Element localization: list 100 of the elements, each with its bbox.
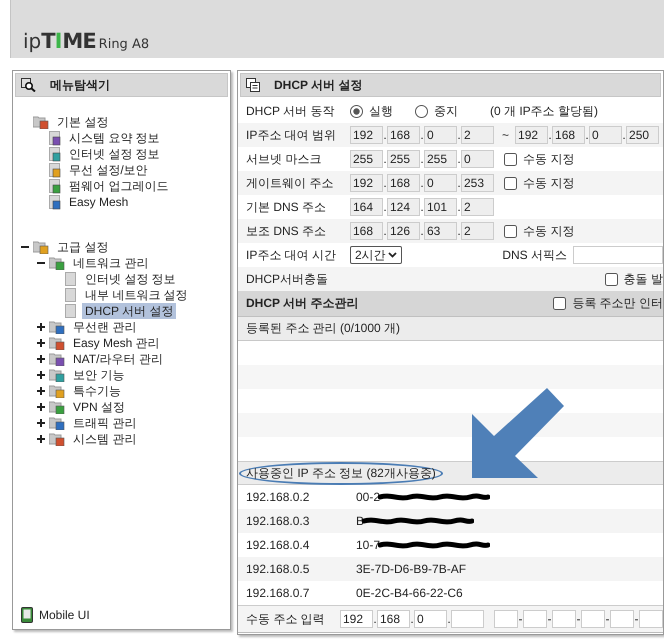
radio-button[interactable] <box>350 104 363 118</box>
octet-field[interactable]: 192 <box>515 126 548 144</box>
octet-field[interactable]: 2 <box>461 222 494 240</box>
octet-field[interactable]: 168 <box>387 174 420 192</box>
menu-item[interactable]: DHCP 서버 설정 <box>82 303 176 319</box>
octet-field[interactable]: 0 <box>589 126 622 144</box>
octet-field[interactable]: 0 <box>424 174 457 192</box>
page-icon <box>49 194 61 210</box>
folder-icon <box>49 352 65 366</box>
field-label: 수동 주소 입력 <box>246 610 326 628</box>
folder-icon <box>49 400 65 414</box>
octet-field[interactable]: 0 <box>424 126 457 144</box>
radio-label: 실행 <box>369 102 393 120</box>
octet-field[interactable]: 63 <box>424 222 457 240</box>
expand-icon[interactable] <box>37 339 45 347</box>
page-icon <box>49 178 61 194</box>
menu-item[interactable]: 펌웨어 업그레이드 <box>66 178 172 194</box>
menu-item[interactable]: VPN 설정 <box>70 399 128 415</box>
expand-icon[interactable] <box>37 371 45 379</box>
field-label: 서브넷 마스크 <box>246 150 322 168</box>
octet-field[interactable]: 192 <box>340 610 373 628</box>
menu-item[interactable]: 시스템 관리 <box>70 431 140 447</box>
dot-separator: . <box>585 128 590 142</box>
mac-field[interactable] <box>610 610 634 628</box>
mac-field[interactable] <box>552 610 576 628</box>
octet-field[interactable]: 255 <box>350 150 383 168</box>
octet-field[interactable]: 2 <box>461 126 494 144</box>
menu-item[interactable]: 네트워크 관리 <box>70 255 152 271</box>
menu-item[interactable]: 무선 설정/보안 <box>66 162 151 178</box>
octet-field[interactable]: 168 <box>350 222 383 240</box>
menu-item[interactable]: Easy Mesh <box>66 194 132 210</box>
menu-item[interactable]: 시스템 요약 정보 <box>66 130 163 146</box>
collapse-icon[interactable] <box>21 243 29 251</box>
mac-field[interactable] <box>494 610 518 628</box>
octet-field[interactable]: 0 <box>414 610 447 628</box>
mac-address: 0E-2C-B4-66-22-C6 <box>356 586 463 600</box>
expand-icon[interactable] <box>37 419 45 427</box>
octet-field[interactable]: 101 <box>424 198 457 216</box>
menu-item[interactable]: 내부 네트워크 설정 <box>82 287 191 303</box>
expand-icon[interactable] <box>37 387 45 395</box>
octet-field[interactable]: 250 <box>626 126 660 144</box>
field-label: 기본 DNS 주소 <box>246 198 328 216</box>
menu-item[interactable]: 인터넷 설정 정보 <box>66 146 163 162</box>
field-label: 보조 DNS 주소 <box>246 222 328 240</box>
dot-separator: . <box>420 128 424 142</box>
octet-field[interactable]: 192 <box>350 126 383 144</box>
mobile-ui-link[interactable]: Mobile UI <box>39 608 90 622</box>
octet-field[interactable]: 168 <box>377 610 410 628</box>
field-label: DHCP 서버 동작 <box>246 102 336 120</box>
menu-item[interactable]: 인터넷 설정 정보 <box>82 271 179 287</box>
menu-item[interactable]: 무선랜 관리 <box>70 319 140 335</box>
dot-separator: . <box>383 176 387 190</box>
expand-icon[interactable] <box>37 435 45 443</box>
octet-field[interactable]: 0 <box>461 150 494 168</box>
expand-icon[interactable] <box>37 323 45 331</box>
table-title: 사용중인 IP 주소 정보 (82개사용중) <box>239 462 443 484</box>
checkbox[interactable] <box>604 272 618 286</box>
radio-label: 중지 <box>434 102 458 120</box>
checkbox[interactable] <box>553 297 566 310</box>
mac-field[interactable] <box>523 610 547 628</box>
menu-item[interactable]: 트래픽 관리 <box>70 415 140 431</box>
octet-field[interactable]: 253 <box>461 174 494 192</box>
menu-item[interactable]: 고급 설정 <box>54 239 112 255</box>
checkbox[interactable] <box>504 152 517 166</box>
octet-field[interactable]: 255 <box>387 150 420 168</box>
menu-item[interactable]: 기본 설정 <box>54 114 112 130</box>
octet-field[interactable]: 255 <box>424 150 457 168</box>
field-label: IP주소 대여 시간 <box>246 246 338 264</box>
mac-field[interactable] <box>581 610 605 628</box>
menu-item[interactable]: 보안 기능 <box>70 367 128 383</box>
octet-field[interactable]: 124 <box>387 198 420 216</box>
octet-field[interactable]: 192 <box>350 174 383 192</box>
octet-field[interactable]: 168 <box>387 126 420 144</box>
menu-item[interactable]: NAT/라우터 관리 <box>70 351 166 367</box>
folder-icon <box>33 240 49 254</box>
menu-item[interactable]: Easy Mesh 관리 <box>70 335 163 351</box>
dash-separator: - <box>634 612 639 626</box>
mac-field[interactable] <box>639 610 663 628</box>
checkbox-label: 수동 지정 <box>523 222 574 240</box>
field-label: 게이트웨이 주소 <box>246 174 334 192</box>
checkbox-label: 수동 지정 <box>523 174 574 192</box>
octet-field[interactable] <box>451 610 484 628</box>
ip-address: 192.168.0.4 <box>246 538 310 552</box>
dash-separator: - <box>518 612 523 626</box>
expand-icon[interactable] <box>37 403 45 411</box>
octet-field[interactable]: 164 <box>350 198 383 216</box>
lease-time-select[interactable]: 2시간 <box>350 246 402 264</box>
collapse-icon[interactable] <box>37 259 45 267</box>
dot-separator: . <box>457 200 461 214</box>
dns-suffix-field[interactable] <box>573 246 663 264</box>
octet-field[interactable]: 126 <box>387 222 420 240</box>
menu-item[interactable]: 특수기능 <box>70 383 124 399</box>
checkbox[interactable] <box>504 176 517 190</box>
expand-icon[interactable] <box>37 355 45 363</box>
octet-field[interactable]: 2 <box>461 198 494 216</box>
dot-separator: . <box>420 200 424 214</box>
field-label: DNS 서픽스 <box>502 246 567 264</box>
checkbox[interactable] <box>504 224 517 238</box>
octet-field[interactable]: 168 <box>552 126 586 144</box>
radio-button[interactable] <box>415 104 428 118</box>
